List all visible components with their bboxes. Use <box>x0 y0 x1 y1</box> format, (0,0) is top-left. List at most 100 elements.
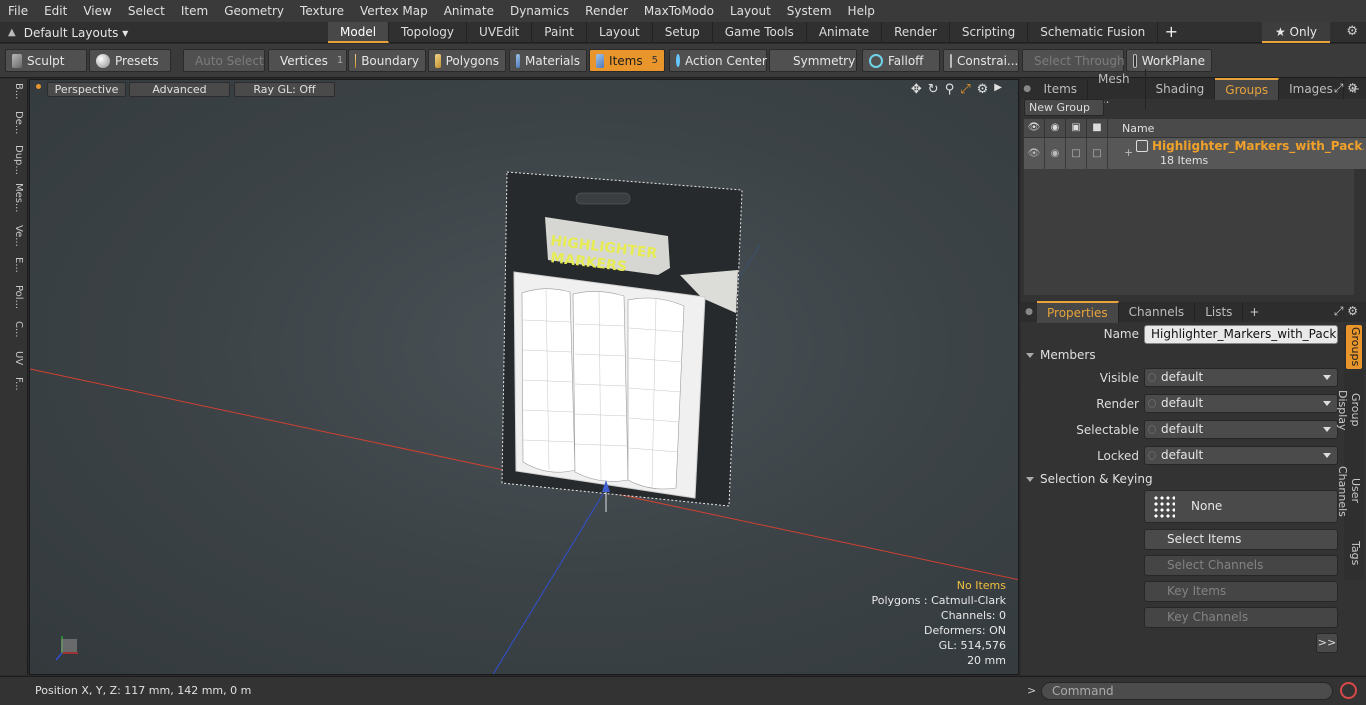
members-section[interactable]: Members <box>1026 348 1339 362</box>
menu-system[interactable]: System <box>779 0 840 22</box>
dock-tab-9[interactable]: UV <box>4 351 24 365</box>
render-column-icon[interactable]: ◉ <box>1045 119 1066 137</box>
layout-selector[interactable]: ▲ Default Layouts ▾ <box>8 24 128 41</box>
tab-properties[interactable]: Properties <box>1037 301 1119 323</box>
side-tab-user-channels[interactable]: User Channels <box>1336 453 1362 529</box>
menu-layout[interactable]: Layout <box>722 0 779 22</box>
command-input[interactable]: Command <box>1041 682 1333 700</box>
dock-tab-1[interactable]: B... <box>4 83 24 99</box>
items-button[interactable]: Items 5 <box>589 49 665 72</box>
menu-help[interactable]: Help <box>840 0 883 22</box>
3d-viewport[interactable]: Perspective Advanced Ray GL: Off ✥ ↻ ⚲ ⤢… <box>29 79 1019 675</box>
expand-group-icon[interactable]: + <box>1124 146 1133 159</box>
menu-dynamics[interactable]: Dynamics <box>502 0 577 22</box>
dock-tab-3[interactable]: Dup... <box>4 145 24 175</box>
dock-tab-8[interactable]: C... <box>4 321 24 338</box>
groups-list-area[interactable] <box>1024 169 1354 295</box>
menu-view[interactable]: View <box>75 0 119 22</box>
visibility-column-icon[interactable]: 👁 <box>1024 119 1045 137</box>
tab-layout[interactable]: Layout <box>587 22 653 43</box>
constraints-button[interactable]: Constrai... <box>943 49 1019 72</box>
command-arrow-icon[interactable]: > <box>1027 684 1036 697</box>
dock-tab-10[interactable]: F... <box>4 377 24 391</box>
tab-model[interactable]: Model <box>328 22 390 43</box>
dock-tab-2[interactable]: De... <box>4 111 24 134</box>
render-toggle-icon[interactable]: ◉ <box>1045 138 1066 169</box>
dock-tab-4[interactable]: Mes... <box>4 183 24 213</box>
select-items-button[interactable]: Select Items <box>1144 529 1338 550</box>
dock-tab-7[interactable]: Pol... <box>4 285 24 309</box>
materials-button[interactable]: Materials <box>509 49 587 72</box>
tab-channels[interactable]: Channels <box>1119 302 1196 322</box>
action-center-button[interactable]: Action Center <box>669 49 767 72</box>
render-dropdown[interactable]: default <box>1144 394 1338 413</box>
menu-item[interactable]: Item <box>173 0 216 22</box>
record-icon[interactable] <box>1340 682 1357 699</box>
boundary-button[interactable]: Boundary <box>348 49 426 72</box>
lock-column-icon[interactable]: ■ <box>1087 119 1108 137</box>
only-toggle[interactable]: ★ Only <box>1262 22 1330 43</box>
tab-animate[interactable]: Animate <box>807 22 883 43</box>
select-toggle-icon[interactable]: □ <box>1066 138 1087 169</box>
constraints-icon <box>950 53 952 68</box>
select-column-icon[interactable]: ▣ <box>1066 119 1087 137</box>
lock-toggle-icon[interactable]: □ <box>1087 138 1108 169</box>
menu-geometry[interactable]: Geometry <box>216 0 292 22</box>
tab-items[interactable]: Items <box>1033 79 1089 99</box>
panel-dot-icon[interactable]: ● <box>1021 84 1033 94</box>
sculpt-button[interactable]: Sculpt <box>5 49 87 72</box>
new-group-button[interactable]: New Group <box>1024 99 1104 116</box>
side-tab-tags[interactable]: Tags <box>1346 535 1362 571</box>
presets-button[interactable]: Presets <box>89 49 171 72</box>
key-channels-button[interactable]: Key Channels <box>1144 607 1338 628</box>
panel-expand-icon[interactable]: ⤢ ⚙ <box>1334 81 1358 96</box>
menu-texture[interactable]: Texture <box>292 0 352 22</box>
name-column[interactable]: Name <box>1108 122 1154 135</box>
menu-edit[interactable]: Edit <box>36 0 75 22</box>
selection-keying-section[interactable]: Selection & Keying <box>1026 472 1339 486</box>
locked-dropdown[interactable]: default <box>1144 446 1338 465</box>
tab-topology[interactable]: Topology <box>389 22 468 43</box>
package-model[interactable]: HIGHLIGHTER MARKERS <box>501 171 743 507</box>
position-readout: Position X, Y, Z: 117 mm, 142 mm, 0 m <box>35 684 252 697</box>
select-channels-button[interactable]: Select Channels <box>1144 555 1338 576</box>
selectable-dropdown[interactable]: default <box>1144 420 1338 439</box>
group-name-field[interactable]: Highlighter_Markers_with_Package3_( <box>1144 325 1338 344</box>
gear-icon[interactable]: ⚙ <box>1346 24 1358 39</box>
tab-setup[interactable]: Setup <box>653 22 713 43</box>
menu-maxtomodo[interactable]: MaxToModo <box>636 0 722 22</box>
vertices-button[interactable]: Vertices 1 <box>268 49 347 72</box>
tab-game-tools[interactable]: Game Tools <box>713 22 807 43</box>
side-tab-group-display[interactable]: Group Display <box>1336 375 1362 445</box>
menu-render[interactable]: Render <box>577 0 636 22</box>
tab-lists[interactable]: Lists <box>1195 302 1244 322</box>
more-button[interactable]: >> <box>1316 633 1338 653</box>
key-items-button[interactable]: Key Items <box>1144 581 1338 602</box>
tab-shading[interactable]: Shading <box>1146 79 1216 99</box>
tab-scripting[interactable]: Scripting <box>950 22 1029 43</box>
menu-file[interactable]: File <box>0 0 36 22</box>
symmetry-button[interactable]: Symmetry <box>769 49 857 72</box>
none-button[interactable]: None <box>1144 490 1338 523</box>
add-properties-tab-icon[interactable]: + <box>1243 305 1265 319</box>
tab-groups[interactable]: Groups <box>1215 78 1280 100</box>
properties-expand-icon[interactable]: ⤢ ⚙ <box>1334 304 1358 319</box>
menu-select[interactable]: Select <box>120 0 173 22</box>
visible-dropdown[interactable]: default <box>1144 368 1338 387</box>
side-tab-groups[interactable]: Groups <box>1346 325 1362 369</box>
eye-icon[interactable]: 👁 <box>1024 138 1045 169</box>
falloff-button[interactable]: Falloff <box>862 49 940 72</box>
auto-select-button[interactable]: Auto Select <box>183 49 265 72</box>
tab-render[interactable]: Render <box>882 22 950 43</box>
tab-schematic-fusion[interactable]: Schematic Fusion <box>1028 22 1159 43</box>
dock-tab-5[interactable]: Ve... <box>4 225 24 247</box>
polygons-button[interactable]: Polygons <box>428 49 506 72</box>
menu-vertex-map[interactable]: Vertex Map <box>352 0 436 22</box>
menu-animate[interactable]: Animate <box>436 0 502 22</box>
tab-uvedit[interactable]: UVEdit <box>467 22 533 43</box>
add-tab-icon[interactable]: + <box>1158 22 1184 43</box>
dock-tab-6[interactable]: E... <box>4 257 24 273</box>
properties-dot-icon[interactable]: ● <box>1021 307 1037 317</box>
tab-paint[interactable]: Paint <box>532 22 587 43</box>
group-row[interactable]: 👁 ◉ □ □ + Highlighter_Markers_with_Pack.… <box>1024 138 1366 169</box>
